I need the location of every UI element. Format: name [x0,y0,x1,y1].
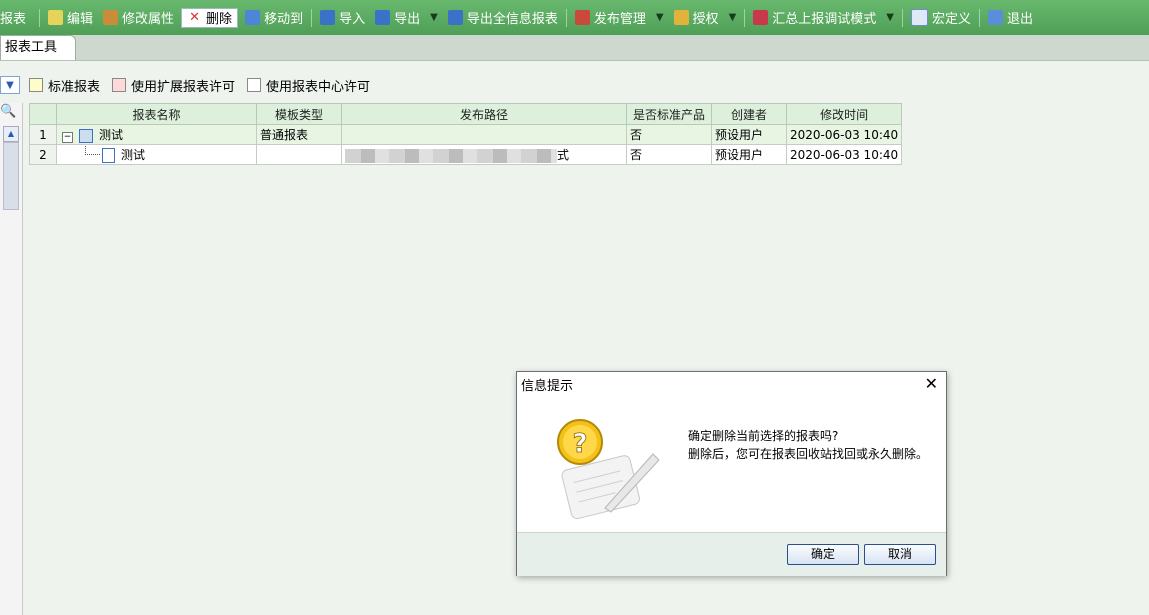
legend-center-license: 使用报表中心许可 [247,76,370,95]
report-table: 报表名称 模板类型 发布路径 是否标准产品 创建者 修改时间 1 − 测试 普通报… [29,103,903,165]
row-number: 2 [29,144,57,165]
authorize-dropdown-arrow[interactable]: ▼ [724,12,742,23]
legend-swatch [112,78,127,92]
scrollbar-thumb[interactable] [3,142,19,210]
close-icon[interactable]: ✕ [925,374,938,393]
exit-button[interactable]: 退出 [983,7,1038,29]
row-number: 1 [29,124,57,145]
creator-cell: 预设用户 [711,144,787,165]
standard-cell: 否 [626,144,712,165]
dialog-title: 信息提示 [521,379,574,394]
delete-button[interactable]: ✕ 删除 [181,7,239,28]
question-icon: ? [557,419,660,520]
legend-extended-license: 使用扩展报表许可 [112,76,235,95]
edit-icon [48,10,64,25]
column-header-path[interactable]: 发布路径 [341,103,627,125]
confirm-delete-dialog: 信息提示 ✕ ? 确定删除当前选择的报表吗? 删除后，您可在报表回收站找回或永久… [516,371,947,576]
export-dropdown-arrow[interactable]: ▼ [425,12,443,23]
column-header-index [29,103,57,125]
publish-path-cell [341,124,627,145]
edit-button[interactable]: 编辑 [43,7,98,29]
table-row[interactable]: 1 − 测试 普通报表 否 预设用户 2020-06-03 10:40 [29,124,903,145]
report-file-icon [102,148,115,163]
table-row[interactable]: 2 测试 式 否 预设用户 2020-06-03 10:40 [29,144,903,165]
ok-button[interactable]: 确定 [787,544,859,565]
toolbar-separator [565,8,567,27]
delete-icon: ✕ [189,10,200,25]
tree-connector [85,146,100,155]
search-icon[interactable]: 🔍 [0,104,16,122]
publish-path-cell: 式 [341,144,627,165]
tab-strip: 报表工具 [0,35,1149,61]
report-name-cell[interactable]: 测试 [56,144,257,165]
macro-button[interactable]: 宏定义 [906,7,976,29]
column-header-standard[interactable]: 是否标准产品 [626,103,712,125]
summary-icon [753,10,769,25]
template-type-cell [256,144,342,165]
import-button[interactable]: 导入 [315,7,370,29]
export-full-button[interactable]: 导出全信息报表 [443,7,563,29]
export-icon [375,10,391,25]
legend-standard: 标准报表 [29,76,100,95]
column-header-modified[interactable]: 修改时间 [785,103,903,125]
folder-report-icon [79,128,93,143]
cancel-button[interactable]: 取消 [864,544,936,565]
toolbar-separator [901,8,903,27]
report-name-cell[interactable]: − 测试 [56,124,257,145]
template-type-cell: 普通报表 [256,124,342,145]
collapse-icon[interactable]: − [62,132,73,143]
scroll-up-button[interactable]: ▲ [3,126,19,142]
move-icon [245,10,261,25]
dialog-footer: 确定 取消 [517,532,946,576]
chevron-down-icon[interactable]: ▼ [0,76,20,94]
publish-button[interactable]: 发布管理 [570,7,651,29]
legend-swatch [29,78,43,92]
legend-swatch [247,78,262,92]
properties-icon [103,10,119,25]
toolbar-separator [744,8,746,27]
toolbar-separator [39,8,41,27]
dialog-message-line2: 删除后，您可在报表回收站找回或永久删除。 [688,447,929,461]
authorize-button[interactable]: 授权 [669,7,724,29]
svg-text:?: ? [572,429,587,459]
exit-icon [988,10,1003,25]
modified-cell: 2020-06-03 10:40 [785,144,903,165]
publish-dropdown-arrow[interactable]: ▼ [651,12,669,23]
export-full-icon [447,10,463,25]
properties-button[interactable]: 修改属性 [98,7,179,29]
toolbar-separator [311,8,313,27]
authorize-icon [673,10,689,25]
dialog-message-line1: 确定删除当前选择的报表吗? [688,429,839,443]
summary-dropdown-arrow[interactable]: ▼ [881,12,899,23]
toolbar-separator [979,8,980,27]
import-icon [320,10,336,25]
macro-icon [910,9,928,26]
standard-cell: 否 [626,124,712,145]
redacted-path [345,148,557,163]
modified-cell: 2020-06-03 10:40 [785,124,903,145]
export-button[interactable]: 导出 [370,7,425,29]
creator-cell: 预设用户 [711,124,787,145]
column-header-name[interactable]: 报表名称 [56,103,257,125]
column-header-type[interactable]: 模板类型 [256,103,342,125]
column-header-creator[interactable]: 创建者 [711,103,787,125]
toolbar-report-button[interactable]: 报表 [0,7,31,29]
table-header: 报表名称 模板类型 发布路径 是否标准产品 创建者 修改时间 [29,103,903,125]
summary-debug-button[interactable]: 汇总上报调试模式 [748,7,881,29]
main-toolbar: 报表 编辑 修改属性 ✕ 删除 移动到 导入 导出 ▼ 导出全信息报表 发布管理… [0,0,1149,35]
move-to-button[interactable]: 移动到 [240,7,308,29]
tab-report-tools[interactable]: 报表工具 [0,35,76,60]
publish-icon [574,10,590,25]
legend-bar: ▼ 标准报表 使用扩展报表许可 使用报表中心许可 [0,74,382,96]
